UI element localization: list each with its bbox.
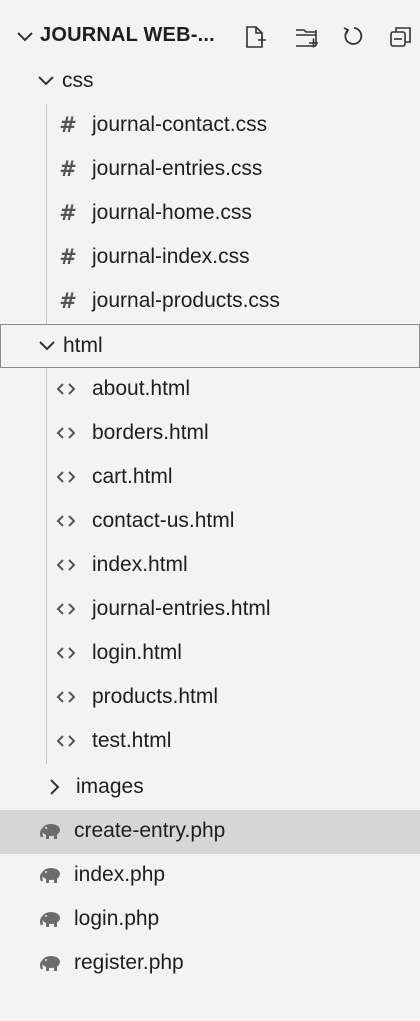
css-file-icon: # bbox=[59, 289, 77, 313]
file-row[interactable]: index.html bbox=[0, 544, 420, 588]
php-elephant-icon bbox=[39, 868, 60, 883]
file-row[interactable]: about.html bbox=[0, 368, 420, 412]
folder-label: html bbox=[63, 334, 103, 357]
html-file-icon bbox=[56, 471, 76, 483]
html-file-icon bbox=[56, 383, 76, 395]
file-label: journal-contact.css bbox=[92, 113, 268, 136]
chevron-down-icon[interactable] bbox=[14, 26, 36, 48]
html-file-icon bbox=[56, 559, 76, 571]
file-label: register.php bbox=[74, 951, 184, 974]
file-row[interactable]: # journal-entries.css bbox=[0, 148, 420, 192]
html-file-icon bbox=[56, 691, 76, 703]
folder-images[interactable]: images bbox=[0, 766, 420, 810]
file-explorer: JOURNAL WEB-... css # journal-contact.cs… bbox=[0, 0, 420, 1021]
file-label: login.html bbox=[92, 641, 182, 664]
php-elephant-icon bbox=[39, 912, 60, 927]
new-folder-icon[interactable] bbox=[290, 20, 324, 54]
workspace-title: JOURNAL WEB-... bbox=[40, 24, 215, 46]
file-label: create-entry.php bbox=[74, 819, 226, 842]
file-row[interactable]: borders.html bbox=[0, 412, 420, 456]
file-label: borders.html bbox=[92, 421, 209, 444]
new-file-icon[interactable] bbox=[238, 20, 272, 54]
css-file-icon: # bbox=[59, 113, 77, 137]
html-file-icon bbox=[56, 603, 76, 615]
html-file-icon bbox=[56, 647, 76, 659]
file-row[interactable]: products.html bbox=[0, 676, 420, 720]
file-label: journal-index.css bbox=[92, 245, 250, 268]
file-row[interactable]: register.php bbox=[0, 942, 420, 986]
file-row[interactable]: cart.html bbox=[0, 456, 420, 500]
php-elephant-icon bbox=[39, 824, 60, 839]
file-label: journal-entries.css bbox=[92, 157, 263, 180]
html-file-icon bbox=[56, 515, 76, 527]
file-row[interactable]: login.html bbox=[0, 632, 420, 676]
chevron-down-icon bbox=[39, 341, 55, 351]
chevron-right-icon bbox=[50, 779, 60, 795]
file-row[interactable]: # journal-home.css bbox=[0, 192, 420, 236]
explorer-header[interactable]: JOURNAL WEB-... bbox=[0, 14, 420, 60]
php-elephant-icon bbox=[39, 956, 60, 971]
file-label: cart.html bbox=[92, 465, 173, 488]
file-label: index.php bbox=[74, 863, 166, 886]
file-row[interactable]: # journal-contact.css bbox=[0, 104, 420, 148]
css-file-icon: # bbox=[59, 157, 77, 181]
html-file-icon bbox=[56, 427, 76, 439]
css-file-icon: # bbox=[59, 245, 77, 269]
file-row[interactable]: test.html bbox=[0, 720, 420, 764]
folder-css[interactable]: css bbox=[0, 60, 420, 104]
file-label: contact-us.html bbox=[92, 509, 235, 532]
file-label: journal-products.css bbox=[92, 289, 280, 312]
folder-label: images bbox=[76, 775, 144, 798]
file-label: test.html bbox=[92, 729, 172, 752]
file-label: journal-entries.html bbox=[92, 597, 271, 620]
collapse-all-icon[interactable] bbox=[384, 20, 418, 54]
folder-html[interactable]: html bbox=[0, 324, 420, 368]
file-row[interactable]: contact-us.html bbox=[0, 500, 420, 544]
file-label: index.html bbox=[92, 553, 188, 576]
file-row-selected[interactable]: create-entry.php bbox=[0, 810, 420, 854]
file-row[interactable]: journal-entries.html bbox=[0, 588, 420, 632]
file-row[interactable]: # journal-index.css bbox=[0, 236, 420, 280]
file-row[interactable]: index.php bbox=[0, 854, 420, 898]
refresh-icon[interactable] bbox=[337, 20, 371, 54]
file-label: login.php bbox=[74, 907, 160, 930]
file-label: products.html bbox=[92, 685, 219, 708]
file-label: about.html bbox=[92, 377, 191, 400]
file-row[interactable]: # journal-products.css bbox=[0, 280, 420, 324]
file-label: journal-home.css bbox=[92, 201, 252, 224]
chevron-down-icon bbox=[38, 76, 54, 86]
css-file-icon: # bbox=[59, 201, 77, 225]
folder-label: css bbox=[62, 69, 94, 92]
html-file-icon bbox=[56, 735, 76, 747]
file-row[interactable]: login.php bbox=[0, 898, 420, 942]
